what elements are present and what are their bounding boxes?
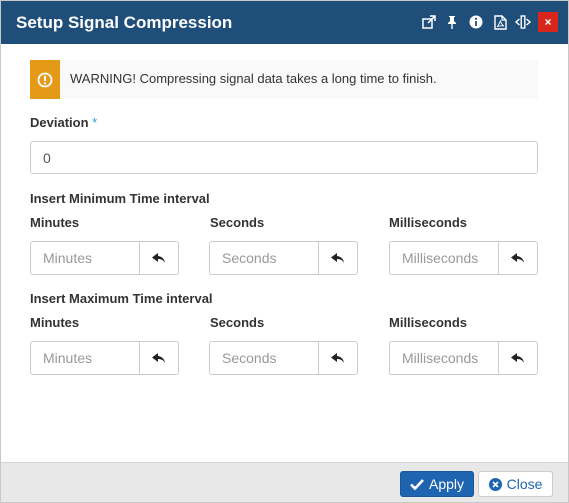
undo-icon — [152, 252, 165, 263]
exclamation-circle-icon — [30, 60, 60, 99]
apply-label: Apply — [428, 476, 465, 492]
max-seconds-label: Seconds — [210, 315, 265, 330]
deviation-label: Deviation * — [30, 115, 97, 130]
min-minutes-reset-button[interactable] — [139, 241, 179, 275]
max-seconds-input[interactable] — [209, 341, 319, 375]
undo-icon — [152, 352, 165, 363]
check-icon — [410, 479, 424, 490]
max-minutes-reset-button[interactable] — [139, 341, 179, 375]
pdf-icon[interactable] — [490, 12, 510, 32]
resize-icon[interactable] — [513, 12, 533, 32]
deviation-input[interactable] — [30, 141, 538, 174]
undo-icon — [331, 252, 344, 263]
min-seconds-input[interactable] — [209, 241, 319, 275]
min-seconds-group — [209, 241, 358, 275]
max-minutes-group — [30, 341, 179, 375]
times-circle-icon — [488, 477, 502, 491]
close-button[interactable]: Close — [478, 471, 553, 497]
max-ms-input[interactable] — [389, 341, 499, 375]
min-minutes-label: Minutes — [30, 215, 80, 230]
deviation-label-text: Deviation — [30, 115, 89, 130]
popout-icon[interactable] — [419, 12, 439, 32]
min-ms-group — [389, 241, 538, 275]
max-minutes-input[interactable] — [30, 341, 140, 375]
max-ms-label: Milliseconds — [389, 315, 468, 330]
info-icon[interactable] — [466, 12, 486, 32]
dialog-footer: Apply Close — [1, 462, 568, 502]
min-ms-input[interactable] — [389, 241, 499, 275]
max-seconds-group — [209, 341, 358, 375]
min-seconds-label: Seconds — [210, 215, 265, 230]
min-minutes-input[interactable] — [30, 241, 140, 275]
pin-icon[interactable] — [442, 12, 462, 32]
signal-compression-dialog: Setup Signal Compression × WARNING! Comp… — [0, 0, 569, 503]
min-seconds-reset-button[interactable] — [318, 241, 358, 275]
min-ms-reset-button[interactable] — [498, 241, 538, 275]
max-ms-group — [389, 341, 538, 375]
undo-icon — [511, 252, 524, 263]
undo-icon — [511, 352, 524, 363]
dialog-title: Setup Signal Compression — [16, 13, 233, 32]
max-ms-reset-button[interactable] — [498, 341, 538, 375]
min-minutes-group — [30, 241, 179, 275]
max-interval-heading: Insert Maximum Time interval — [30, 291, 213, 306]
min-ms-label: Milliseconds — [389, 215, 468, 230]
max-seconds-reset-button[interactable] — [318, 341, 358, 375]
undo-icon — [331, 352, 344, 363]
close-icon[interactable]: × — [538, 12, 558, 32]
warning-alert: WARNING! Compressing signal data takes a… — [30, 60, 538, 99]
min-interval-heading: Insert Minimum Time interval — [30, 191, 210, 206]
warning-text: WARNING! Compressing signal data takes a… — [70, 71, 437, 86]
apply-button[interactable]: Apply — [400, 471, 474, 497]
max-minutes-label: Minutes — [30, 315, 80, 330]
required-mark: * — [92, 115, 98, 130]
close-label: Close — [506, 476, 543, 492]
dialog-titlebar: Setup Signal Compression × — [1, 1, 568, 44]
